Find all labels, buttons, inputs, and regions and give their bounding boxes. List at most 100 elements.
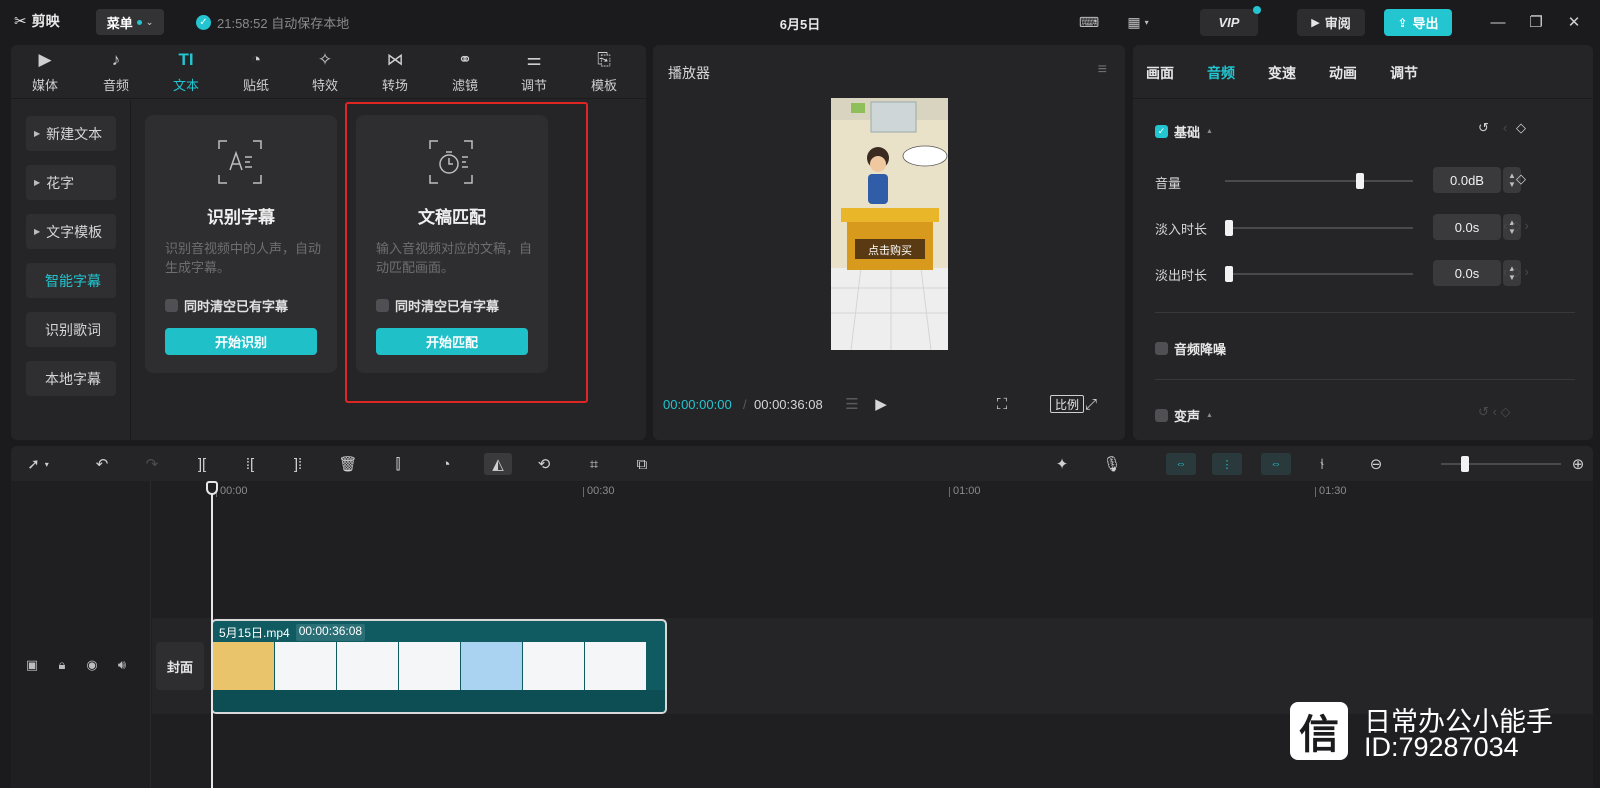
tab-adjust[interactable]: ⚌ 调节 xyxy=(509,49,559,97)
magic-wand-icon[interactable]: ✦ xyxy=(1051,453,1073,475)
template-icon: ⎘ xyxy=(597,50,611,69)
slider-knob[interactable] xyxy=(1461,456,1469,472)
split-right-icon[interactable]: ]⁞ xyxy=(287,453,309,475)
tab-effects[interactable]: ✧ 特效 xyxy=(300,49,350,97)
tab-audio[interactable]: ♪ 音频 xyxy=(91,49,141,97)
zoom-in-icon[interactable]: ⊕ xyxy=(1567,453,1589,475)
tab-filter[interactable]: ⚭ 滤镜 xyxy=(440,49,490,97)
reset-icon[interactable]: ↺ xyxy=(1478,120,1489,136)
autosave-text: 21:58:52 自动保存本地 xyxy=(217,16,350,31)
frame-grid-icon[interactable]: ☰ xyxy=(839,393,865,415)
caret-up-icon: ▲ xyxy=(1206,128,1213,135)
clip-thumbnail xyxy=(275,642,337,690)
tab-adjust-props[interactable]: 调节 xyxy=(1390,63,1418,83)
video-preview[interactable]: 点击购买 xyxy=(831,98,948,350)
speaker-icon[interactable]: 🔊︎ xyxy=(113,657,131,673)
fade-out-slider[interactable] xyxy=(1225,266,1413,282)
playhead[interactable] xyxy=(206,481,218,788)
tab-picture[interactable]: 画面 xyxy=(1146,63,1174,83)
freeze-frame-icon[interactable]: ⫿ xyxy=(387,453,409,475)
side-item-local-subtitle[interactable]: 本地字幕 xyxy=(26,361,116,396)
tab-animation[interactable]: 动画 xyxy=(1329,63,1357,83)
video-clip[interactable]: 5月15日.mp4 00:00:36:08 xyxy=(211,619,667,714)
time-ruler[interactable]: 00:00 00:30 01:00 01:30 xyxy=(152,481,1593,503)
close-icon[interactable]: ✕ xyxy=(1564,12,1584,32)
side-item-fancy-text[interactable]: ▶ 花字 xyxy=(26,165,116,200)
side-item-lyrics[interactable]: 识别歌词 xyxy=(26,312,116,347)
review-button[interactable]: ▶ 审阅 xyxy=(1297,9,1365,36)
rotate-icon[interactable]: ⟲ xyxy=(533,453,555,475)
split-left-icon[interactable]: ⁞[ xyxy=(239,453,261,475)
menu-button[interactable]: 菜单 ⌄ xyxy=(96,9,164,35)
mirror-icon[interactable]: ◭ xyxy=(484,453,512,475)
side-item-text-template[interactable]: ▶ 文字模板 xyxy=(26,214,116,249)
preview-axis-icon[interactable]: ⫮ xyxy=(1311,453,1333,475)
main-track-magnet-icon[interactable]: ⇔ xyxy=(1166,453,1196,475)
tab-text[interactable]: TI 文本 xyxy=(161,49,211,97)
clip-thumbnail xyxy=(399,642,461,690)
ruler-tick xyxy=(949,487,950,497)
text-side-nav: ▶ 新建文本 ▶ 花字 ▶ 文字模板 智能字幕 识别歌词 本地字幕 xyxy=(11,100,131,440)
tab-transition[interactable]: ⋈ 转场 xyxy=(370,49,420,97)
hamburger-menu-icon[interactable]: ≡ xyxy=(1098,61,1107,79)
check-circle-icon: ✓ xyxy=(196,15,211,30)
denoise-section-header[interactable]: 音频降噪 xyxy=(1155,339,1226,358)
tab-speed[interactable]: 变速 xyxy=(1268,63,1296,83)
vip-button[interactable]: VIP xyxy=(1200,6,1261,36)
fit-view-icon[interactable]: ⛶ xyxy=(990,393,1014,415)
select-cursor-icon[interactable]: ➚ ▾ xyxy=(21,453,55,475)
fade-out-value[interactable]: 0.0s xyxy=(1433,260,1501,286)
zoom-out-icon[interactable]: ⊖ xyxy=(1365,453,1387,475)
crop-icon[interactable]: ⌗ xyxy=(583,453,605,475)
auto-snap-icon[interactable]: ⋮ xyxy=(1212,453,1242,475)
track-controls: ▣ 🔒︎ ◉ 🔊︎ xyxy=(23,657,131,673)
side-item-smart-subtitle[interactable]: 智能字幕 xyxy=(26,263,116,298)
restore-icon[interactable]: ❐ xyxy=(1526,12,1546,32)
tab-media[interactable]: ▶ 媒体 xyxy=(20,49,70,97)
keyboard-shortcuts-icon[interactable]: ⌨ xyxy=(1078,12,1100,32)
delete-icon[interactable]: 🗑 xyxy=(337,453,359,475)
tab-sticker[interactable]: ◔ 贴纸 xyxy=(231,49,281,97)
vip-label: VIP xyxy=(1218,15,1240,30)
eye-icon[interactable]: ◉ xyxy=(83,657,101,673)
capcut-logo-icon: ✂ xyxy=(14,13,27,30)
undo-icon[interactable]: ↶ xyxy=(91,453,113,475)
slider-knob[interactable] xyxy=(1225,220,1233,236)
side-item-new-text[interactable]: ▶ 新建文本 xyxy=(26,116,116,151)
layout-icon[interactable]: ▦ ▾ xyxy=(1120,12,1156,32)
microphone-icon[interactable]: 🎙 xyxy=(1101,453,1123,475)
clear-existing-checkbox[interactable]: 同时清空已有字幕 xyxy=(165,296,288,315)
fade-in-slider[interactable] xyxy=(1225,220,1413,236)
slider-knob[interactable] xyxy=(1356,173,1365,189)
clip-duration: 00:00:36:08 xyxy=(295,624,366,641)
split-icon[interactable]: ][ xyxy=(191,453,213,475)
playhead-handle[interactable] xyxy=(206,481,218,495)
chevron-down-icon: ▼ xyxy=(1508,180,1516,189)
timeline-zoom-slider[interactable] xyxy=(1441,456,1561,472)
play-icon[interactable]: ▶ xyxy=(869,393,893,415)
lock-icon[interactable]: 🔒︎ xyxy=(53,657,71,673)
start-recognize-button[interactable]: 开始识别 xyxy=(165,328,317,355)
linkage-icon[interactable]: ⇔ xyxy=(1261,453,1291,475)
keyframe-diamond-icon[interactable]: ◇ xyxy=(1516,120,1526,136)
volume-value[interactable]: 0.0dB xyxy=(1433,167,1501,193)
ruler-tick xyxy=(1315,487,1316,497)
volume-slider[interactable] xyxy=(1225,173,1413,189)
cover-button[interactable]: 封面 xyxy=(156,642,204,690)
keyframe-diamond-icon[interactable]: ◇ xyxy=(1516,171,1526,187)
tab-audio-props[interactable]: 音频 xyxy=(1207,63,1235,83)
minimize-icon[interactable]: — xyxy=(1488,12,1508,32)
smart-cut-icon[interactable]: ⧉ xyxy=(631,453,653,475)
track-video-icon[interactable]: ▣ xyxy=(23,657,41,673)
menu-label: 菜单 xyxy=(106,15,133,31)
fade-in-value[interactable]: 0.0s xyxy=(1433,214,1501,240)
basic-section-header[interactable]: ✓ 基础 ▲ xyxy=(1155,122,1213,141)
reverse-icon[interactable]: ◔ xyxy=(435,453,457,475)
clip-thumbnail xyxy=(585,642,647,690)
fullscreen-icon[interactable]: ⤢ xyxy=(1079,393,1103,415)
tab-template[interactable]: ⎘ 模板 xyxy=(579,49,629,97)
slider-knob[interactable] xyxy=(1225,266,1233,282)
voice-change-section-header[interactable]: 变声 ▲ xyxy=(1155,406,1213,425)
ruler-label: 01:00 xyxy=(953,485,981,497)
export-button[interactable]: ⇪ 导出 xyxy=(1384,9,1452,36)
